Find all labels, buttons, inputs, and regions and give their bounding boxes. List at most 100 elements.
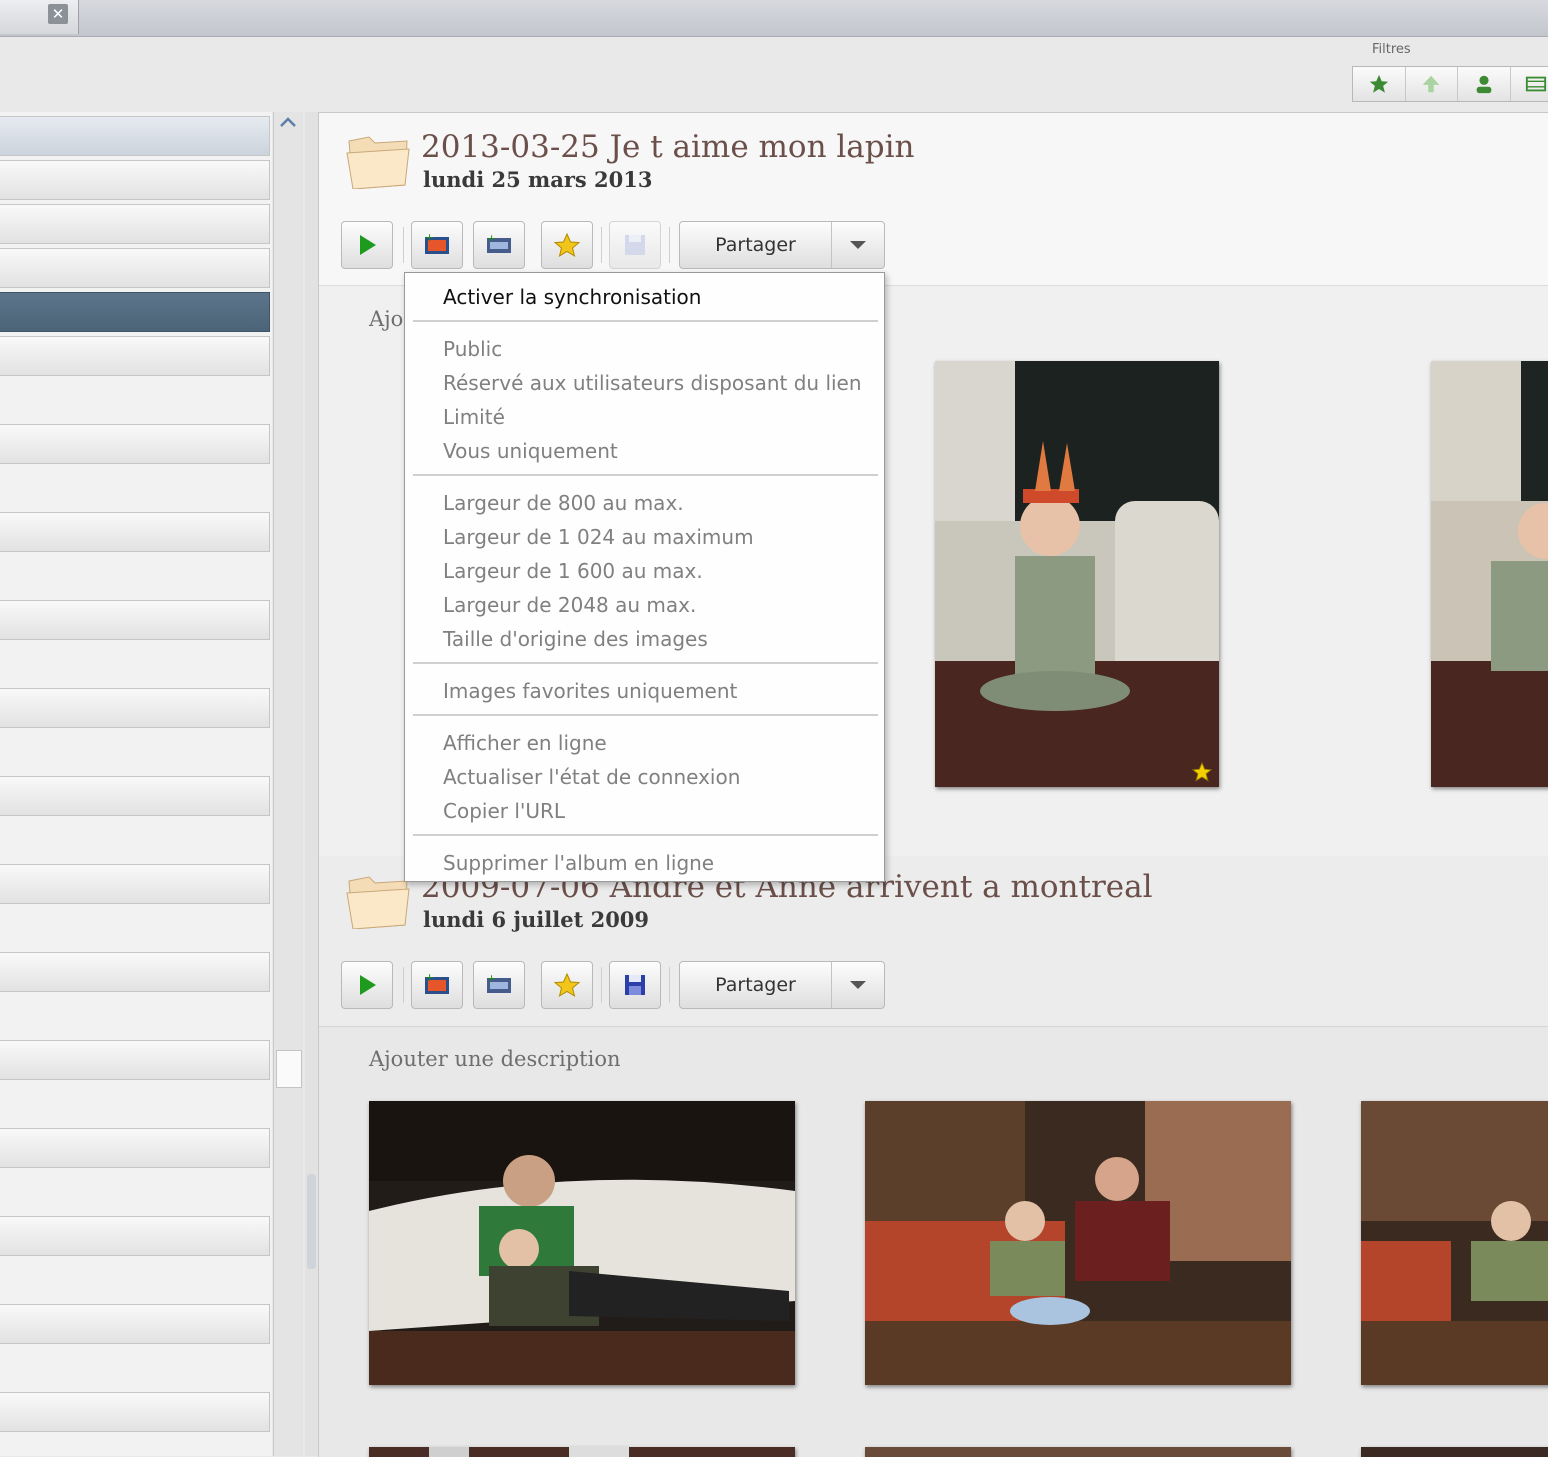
filters-toolbar (1352, 66, 1548, 102)
menu-item-refresh-status[interactable]: Actualiser l'état de connexion (443, 765, 740, 789)
menu-item-favorites-only[interactable]: Images favorites uniquement (443, 679, 737, 703)
sidebar-item[interactable] (0, 864, 270, 904)
window-tab[interactable]: ✕ (0, 0, 79, 34)
photo-thumbnail[interactable] (865, 1101, 1291, 1385)
sidebar-header-row[interactable] (0, 116, 270, 156)
share-dropdown-menu: Activer la synchronisation Public Réserv… (404, 272, 885, 882)
play-icon (352, 231, 382, 259)
folder-icon (345, 131, 411, 189)
scrollbar-thumb[interactable] (276, 1050, 302, 1088)
photo-image (865, 1101, 1291, 1385)
close-icon[interactable]: ✕ (48, 4, 68, 24)
album-list-sidebar (0, 112, 272, 1456)
sidebar-item[interactable] (0, 600, 270, 640)
menu-item-original-size[interactable]: Taille d'origine des images (443, 627, 708, 651)
add-photos-button[interactable]: + (411, 221, 463, 269)
album-description-link[interactable]: Ajo (369, 307, 403, 331)
toolbar-separator (669, 227, 670, 263)
menu-item-only-you[interactable]: Vous uniquement (443, 439, 618, 463)
menu-item-width-800[interactable]: Largeur de 800 au max. (443, 491, 684, 515)
toolbar-separator (601, 967, 602, 1003)
toolbar-separator (403, 227, 404, 263)
menu-separator (413, 320, 878, 322)
photo-image (1431, 361, 1548, 787)
sidebar-item[interactable] (0, 1216, 270, 1256)
sidebar-item[interactable] (0, 952, 270, 992)
menu-item-enable-sync[interactable]: Activer la synchronisation (443, 285, 701, 309)
save-button[interactable] (609, 961, 661, 1009)
share-button[interactable]: Partager (680, 962, 832, 1008)
upload-filter-button[interactable] (1406, 67, 1459, 101)
album-title[interactable]: 2013-03-25 Je t aime mon lapin (421, 129, 915, 165)
menu-item-width-1600[interactable]: Largeur de 1 600 au max. (443, 559, 703, 583)
menu-item-copy-url[interactable]: Copier l'URL (443, 799, 565, 823)
menu-separator (413, 474, 878, 476)
chevron-down-icon (848, 239, 868, 251)
star-icon (552, 971, 582, 999)
share-split-button[interactable]: Partager (679, 221, 885, 269)
chevron-down-icon (848, 979, 868, 991)
add-photo-icon: + (422, 971, 452, 999)
person-filter-button[interactable] (1458, 67, 1511, 101)
play-icon (352, 971, 382, 999)
sidebar-item[interactable] (0, 1304, 270, 1344)
menu-item-public[interactable]: Public (443, 337, 502, 361)
favorite-button[interactable] (541, 221, 593, 269)
sidebar-item[interactable] (0, 776, 270, 816)
photo-image (1361, 1101, 1548, 1385)
sidebar-item[interactable] (0, 248, 270, 288)
sidebar-item[interactable] (0, 1128, 270, 1168)
menu-item-view-online[interactable]: Afficher en ligne (443, 731, 607, 755)
add-photo-icon: + (422, 231, 452, 259)
share-split-button[interactable]: Partager (679, 961, 885, 1009)
splitter-grip[interactable] (307, 1174, 316, 1269)
star-filter-icon (1368, 73, 1390, 95)
share-button[interactable]: Partager (680, 222, 832, 268)
menu-item-link-only[interactable]: Réservé aux utilisateurs disposant du li… (443, 371, 862, 395)
menu-item-width-1024[interactable]: Largeur de 1 024 au maximum (443, 525, 754, 549)
svg-text:+: + (425, 971, 434, 984)
share-dropdown-arrow[interactable] (832, 222, 884, 268)
sidebar-item[interactable] (0, 688, 270, 728)
add-photos-button[interactable]: + (411, 961, 463, 1009)
menu-item-limited[interactable]: Limité (443, 405, 505, 429)
album-date: lundi 6 juillet 2009 (423, 907, 649, 932)
album-date: lundi 25 mars 2013 (423, 167, 653, 192)
floppy-disk-icon (620, 971, 650, 999)
slideshow-button[interactable] (341, 221, 393, 269)
panel-splitter[interactable] (305, 112, 318, 1456)
sidebar-item[interactable] (0, 336, 270, 376)
sidebar-item[interactable] (0, 424, 270, 464)
favorite-star-icon (1191, 761, 1213, 783)
save-button[interactable] (609, 221, 661, 269)
sidebar-item-selected[interactable] (0, 292, 270, 332)
sidebar-item[interactable] (0, 1392, 270, 1432)
window-titlebar: ✕ (0, 0, 1548, 37)
scroll-up-arrow-icon[interactable] (274, 116, 302, 156)
slideshow-button[interactable] (341, 961, 393, 1009)
sidebar-item[interactable] (0, 1040, 270, 1080)
share-dropdown-arrow[interactable] (832, 962, 884, 1008)
favorite-button[interactable] (541, 961, 593, 1009)
menu-item-delete-online-album[interactable]: Supprimer l'album en ligne (443, 851, 714, 875)
svg-text:+: + (487, 972, 496, 985)
menu-item-width-2048[interactable]: Largeur de 2048 au max. (443, 593, 696, 617)
sidebar-item[interactable] (0, 204, 270, 244)
star-filter-button[interactable] (1353, 67, 1406, 101)
photo-thumbnail[interactable] (369, 1101, 795, 1385)
add-filmstrip-icon: + (484, 231, 514, 259)
photo-thumbnail[interactable] (935, 361, 1219, 787)
movie-filter-icon (1525, 73, 1547, 95)
movie-filter-button[interactable] (1511, 67, 1548, 101)
photo-thumbnail[interactable] (1361, 1101, 1548, 1385)
sidebar-item[interactable] (0, 512, 270, 552)
floppy-disk-icon (620, 231, 650, 259)
album-description-link[interactable]: Ajouter une description (369, 1047, 621, 1071)
person-filter-icon (1473, 73, 1495, 95)
photo-thumbnail[interactable] (1431, 361, 1548, 787)
add-video-button[interactable]: + (473, 961, 525, 1009)
sidebar-scrollbar[interactable] (273, 112, 303, 1456)
photo-image (935, 361, 1219, 787)
add-video-button[interactable]: + (473, 221, 525, 269)
sidebar-item[interactable] (0, 160, 270, 200)
